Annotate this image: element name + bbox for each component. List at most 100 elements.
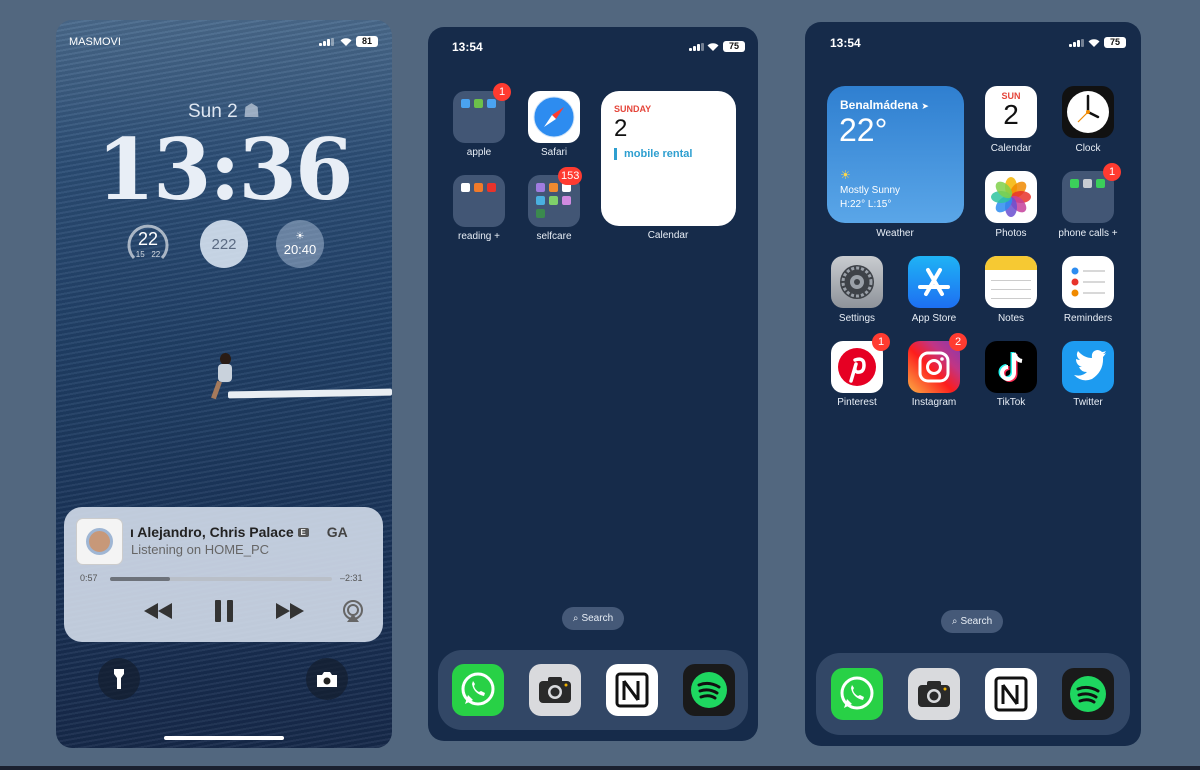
app-label: Pinterest — [837, 397, 877, 408]
app-label: TikTok — [996, 397, 1026, 408]
search-label: Search — [960, 616, 993, 627]
battery-icon: 75 — [1104, 37, 1126, 48]
reading-folder[interactable] — [453, 175, 505, 227]
weather-location: Benalmádena — [840, 98, 919, 112]
camera-button[interactable] — [306, 658, 348, 700]
bottom-border — [0, 766, 1200, 770]
weather-widget[interactable]: Benalmádena ➤ 22° ☀ Mostly Sunny H:22° L… — [827, 86, 964, 223]
twitter-icon[interactable] — [1062, 341, 1114, 393]
app-label: Photos — [995, 228, 1027, 239]
settings-icon[interactable] — [831, 256, 883, 308]
track-title-next: GA — [326, 524, 348, 540]
flashlight-button[interactable] — [98, 658, 140, 700]
fast-forward-icon[interactable] — [276, 603, 304, 619]
notion-icon[interactable] — [985, 668, 1037, 720]
notion-icon[interactable] — [606, 664, 658, 716]
rewind-icon[interactable] — [144, 603, 172, 619]
spotify-icon[interactable] — [1062, 668, 1114, 720]
app-label: Instagram — [911, 397, 957, 408]
signal-icon — [319, 38, 334, 46]
sunset-icon: ☀ — [295, 231, 305, 242]
calendar-widget[interactable]: SUNDAY 2 mobile rental — [601, 91, 736, 226]
app-label: apple — [466, 147, 492, 158]
sunset-widget[interactable]: ☀ 20:40 — [276, 220, 324, 268]
lock-screen: MASMOVI 81 Sun 2 ☗ 13:36 22 15 22 222 ☀ … — [56, 20, 392, 748]
dock — [438, 650, 748, 730]
signal-icon — [689, 43, 704, 51]
pause-icon[interactable] — [214, 600, 234, 622]
app-label: Safari — [540, 147, 568, 158]
reminders-icon[interactable] — [1062, 256, 1114, 308]
whatsapp-icon[interactable] — [452, 664, 504, 716]
search-icon: ⌕ — [572, 613, 579, 624]
status-time: 13:54 — [830, 36, 861, 50]
track-title: ı Alejandro, Chris Palace — [130, 524, 294, 540]
notification-badge: 1 — [493, 83, 511, 101]
notification-badge: 153 — [558, 167, 583, 185]
notification-badge: 2 — [949, 333, 967, 351]
status-time: 13:54 — [452, 40, 483, 54]
weather-condition: Mostly Sunny — [840, 185, 901, 196]
sun-icon: ☀ — [840, 168, 851, 182]
app-label: App Store — [911, 313, 957, 324]
app-store-icon[interactable] — [908, 256, 960, 308]
signal-icon — [1069, 39, 1084, 47]
clock-icon[interactable] — [1062, 86, 1114, 138]
progress-bar[interactable] — [110, 577, 332, 581]
whatsapp-icon[interactable] — [831, 668, 883, 720]
listening-device: Listening on HOME_PC — [131, 542, 270, 557]
weather-hilo: H:22° L:15° — [840, 199, 892, 210]
app-label: Twitter — [1073, 397, 1103, 408]
search-icon: ⌕ — [951, 616, 958, 627]
app-label: Clock — [1075, 143, 1101, 154]
wifi-icon — [707, 43, 719, 51]
notes-icon[interactable] — [985, 256, 1037, 308]
app-label: reading + — [458, 231, 500, 242]
remaining-time: –2:31 — [340, 573, 363, 583]
app-label: selfcare — [536, 231, 572, 242]
airplay-icon[interactable] — [342, 600, 364, 622]
notification-badge: 1 — [872, 333, 890, 351]
progress-fill — [110, 577, 170, 581]
app-label: phone calls + — [1058, 228, 1118, 239]
gauge-low: 15 — [135, 250, 145, 259]
calendar-date: 2 — [614, 115, 628, 142]
lock-time: 13:36 — [96, 120, 354, 219]
wifi-icon — [1088, 39, 1100, 47]
album-art — [76, 518, 123, 565]
search-label: Search — [581, 613, 614, 624]
search-button[interactable]: ⌕ Search — [941, 610, 1003, 633]
photos-icon[interactable] — [985, 171, 1037, 223]
camera-icon — [317, 672, 337, 687]
carrier-label: MASMOVI — [69, 36, 121, 48]
temperature-gauge-widget[interactable]: 22 15 22 — [124, 220, 172, 268]
tiktok-icon[interactable] — [985, 341, 1037, 393]
search-button[interactable]: ⌕ Search — [562, 607, 624, 630]
camera-icon[interactable] — [529, 664, 581, 716]
calendar-date: 2 — [1003, 99, 1019, 130]
widget-number: 222 — [211, 235, 237, 253]
calendar-icon[interactable]: SUN 2 — [985, 86, 1037, 138]
now-playing-widget[interactable]: ı Alejandro, Chris Palace E GA Listening… — [64, 507, 383, 642]
dock — [816, 653, 1130, 735]
notification-badge: 1 — [1103, 163, 1121, 181]
weather-temp: 22° — [839, 112, 888, 148]
calendar-event: mobile rental — [614, 148, 692, 160]
home-screen-2: 13:54 75 Benalmádena ➤ 22° ☀ Mostly Sunn… — [805, 22, 1141, 746]
spotify-icon[interactable] — [683, 664, 735, 716]
app-label: Settings — [838, 313, 876, 324]
calendar-day: SUNDAY — [614, 104, 652, 114]
widget-label: Weather — [876, 228, 914, 239]
app-label: Reminders — [1063, 313, 1113, 324]
camera-icon[interactable] — [908, 668, 960, 720]
sunset-time: 20:40 — [283, 242, 317, 257]
home-indicator[interactable] — [164, 736, 284, 740]
number-widget[interactable]: 222 — [200, 220, 248, 268]
app-label: Notes — [997, 313, 1025, 324]
wifi-icon — [340, 38, 352, 46]
elapsed-time: 0:57 — [80, 573, 98, 583]
app-label: Calendar — [990, 143, 1032, 154]
safari-icon[interactable] — [528, 91, 580, 143]
explicit-badge: E — [297, 528, 309, 537]
battery-icon: 81 — [356, 36, 378, 47]
